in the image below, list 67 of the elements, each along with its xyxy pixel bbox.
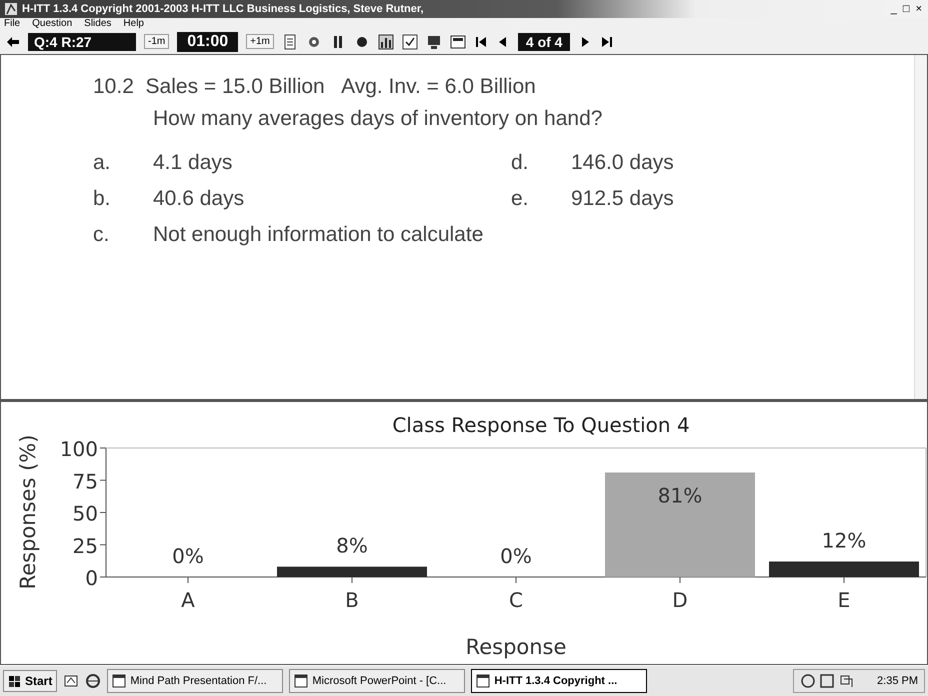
x-tick-label: B bbox=[345, 588, 359, 612]
option-letter: e. bbox=[511, 186, 530, 211]
plus-minute-button[interactable]: +1m bbox=[246, 34, 274, 50]
back-arrow-icon[interactable] bbox=[6, 36, 20, 48]
window-icon bbox=[112, 674, 126, 688]
tray-icon[interactable] bbox=[838, 673, 854, 690]
browser-icon[interactable] bbox=[85, 673, 102, 690]
window-control[interactable]: _ bbox=[888, 2, 899, 15]
question-counter: Q:4 R:27 bbox=[28, 32, 136, 51]
window-control[interactable]: □ bbox=[900, 2, 912, 15]
document-icon[interactable] bbox=[282, 34, 298, 50]
chart-icon[interactable] bbox=[378, 34, 394, 50]
window-title: H-ITT 1.3.4 Copyright 2001-2003 H-ITT LLC Business Logistics, Steve Rutner, bbox=[22, 2, 424, 15]
value-label: 8% bbox=[336, 534, 368, 558]
option-letter: b. bbox=[93, 186, 112, 211]
clock: 2:35 PM bbox=[877, 675, 918, 688]
desktop-icon[interactable] bbox=[63, 673, 80, 690]
tray-icon[interactable] bbox=[819, 673, 836, 690]
option-text: Not enough information to calculate bbox=[153, 222, 484, 247]
monitor-icon[interactable] bbox=[426, 34, 442, 50]
window-icon bbox=[476, 674, 490, 688]
option-letter: c. bbox=[93, 222, 110, 247]
scrollbar[interactable] bbox=[914, 54, 927, 400]
app-icon bbox=[4, 2, 18, 16]
option-text: 146.0 days bbox=[571, 150, 674, 175]
taskbar-button[interactable]: H-ITT 1.3.4 Copyright ... bbox=[471, 669, 648, 694]
taskbar-button[interactable]: Microsoft PowerPoint - [C... bbox=[289, 669, 466, 694]
last-icon[interactable] bbox=[600, 34, 614, 49]
menu-item[interactable]: Help bbox=[123, 18, 144, 30]
menu-item[interactable]: Slides bbox=[84, 18, 112, 30]
x-tick-label: C bbox=[509, 588, 523, 612]
question-prompt: How many averages days of inventory on hand? bbox=[152, 106, 604, 131]
start-button[interactable]: Start bbox=[3, 670, 58, 692]
option-text: 4.1 days bbox=[153, 150, 232, 175]
checkmark-icon[interactable] bbox=[402, 34, 418, 50]
value-label: 0% bbox=[172, 544, 204, 568]
chart-title: Class Response To Question 4 bbox=[392, 413, 690, 438]
slide-position: 4 of 4 bbox=[518, 32, 570, 51]
x-tick-label: E bbox=[838, 588, 850, 612]
x-axis-label: Response bbox=[466, 635, 566, 660]
option-text: 40.6 days bbox=[153, 186, 244, 211]
y-axis-label: Responses (%) bbox=[16, 434, 40, 590]
menu-item[interactable]: Question bbox=[32, 18, 72, 30]
slide-icon[interactable] bbox=[450, 34, 466, 50]
y-tick-label: 25 bbox=[72, 534, 98, 558]
window-icon bbox=[294, 674, 308, 688]
value-label: 0% bbox=[500, 544, 532, 568]
minus-minute-button[interactable]: -1m bbox=[144, 34, 170, 50]
question-heading: 10.2 Sales = 15.0 Billion Avg. Inv. = 6.0 Billion bbox=[93, 74, 537, 99]
tray-icon[interactable] bbox=[800, 673, 816, 690]
y-tick-label: 100 bbox=[60, 437, 98, 462]
y-tick-label: 50 bbox=[72, 502, 98, 526]
option-text: 912.5 days bbox=[571, 186, 674, 211]
y-tick-label: 75 bbox=[72, 469, 98, 494]
windows-logo-icon bbox=[8, 674, 22, 688]
window-control[interactable]: × bbox=[914, 2, 924, 15]
value-label: 12% bbox=[822, 528, 866, 553]
x-tick-label: A bbox=[181, 588, 195, 612]
y-tick-label: 0 bbox=[85, 566, 98, 590]
menu-item[interactable]: File bbox=[4, 18, 20, 30]
timer: 01:00 bbox=[177, 32, 238, 52]
first-icon[interactable] bbox=[474, 34, 488, 49]
option-letter: a. bbox=[93, 150, 112, 175]
taskbar-button[interactable]: Mind Path Presentation F/... bbox=[107, 669, 284, 694]
option-letter: d. bbox=[511, 150, 530, 175]
value-label: 81% bbox=[658, 484, 702, 508]
x-tick-label: D bbox=[672, 588, 688, 612]
